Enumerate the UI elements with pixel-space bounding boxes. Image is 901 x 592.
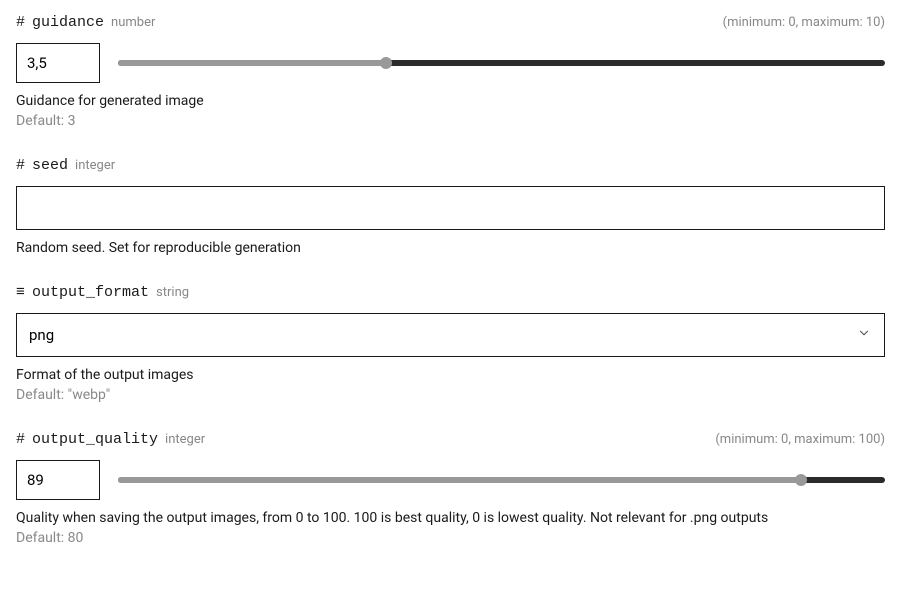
output-quality-field: # output_quality integer (minimum: 0, ma… bbox=[16, 431, 885, 546]
seed-input[interactable] bbox=[16, 186, 885, 230]
output-quality-slider[interactable] bbox=[118, 472, 885, 488]
output-format-select[interactable]: png bbox=[16, 313, 885, 357]
output-quality-slider-thumb[interactable] bbox=[795, 474, 807, 486]
guidance-label-left: # guidance number bbox=[16, 14, 155, 31]
seed-description: Random seed. Set for reproducible genera… bbox=[16, 240, 885, 256]
output-quality-slider-fill bbox=[118, 477, 801, 483]
output-format-select-wrap: png bbox=[16, 313, 885, 357]
output-quality-default: Default: 80 bbox=[16, 530, 885, 546]
output-format-label-left: ≡ output_format string bbox=[16, 284, 189, 301]
output-format-description: Format of the output images bbox=[16, 367, 885, 383]
output-quality-name: output_quality bbox=[32, 431, 158, 448]
seed-label-left: # seed integer bbox=[16, 157, 115, 174]
output-format-label-row: ≡ output_format string bbox=[16, 284, 885, 301]
seed-label-row: # seed integer bbox=[16, 157, 885, 174]
output-quality-description: Quality when saving the output images, f… bbox=[16, 510, 885, 526]
output-quality-range-hint: (minimum: 0, maximum: 100) bbox=[715, 432, 885, 447]
number-icon: # bbox=[16, 15, 25, 30]
seed-name: seed bbox=[32, 157, 68, 174]
guidance-slider[interactable] bbox=[118, 55, 885, 71]
guidance-control-row bbox=[16, 43, 885, 83]
output-quality-type: integer bbox=[165, 432, 205, 447]
output-quality-control-row bbox=[16, 460, 885, 500]
output-format-default: Default: "webp" bbox=[16, 387, 885, 403]
guidance-range-hint: (minimum: 0, maximum: 10) bbox=[723, 15, 885, 30]
output-quality-input[interactable] bbox=[16, 460, 100, 500]
guidance-slider-thumb[interactable] bbox=[380, 57, 392, 69]
guidance-slider-fill bbox=[118, 60, 386, 66]
seed-type: integer bbox=[75, 158, 115, 173]
seed-field: # seed integer Random seed. Set for repr… bbox=[16, 157, 885, 256]
number-icon: # bbox=[16, 158, 25, 173]
list-icon: ≡ bbox=[16, 285, 25, 300]
output-format-type: string bbox=[156, 285, 189, 300]
output-format-field: ≡ output_format string png Format of the… bbox=[16, 284, 885, 403]
output-format-name: output_format bbox=[32, 284, 149, 301]
guidance-type: number bbox=[111, 15, 155, 30]
guidance-field: # guidance number (minimum: 0, maximum: … bbox=[16, 14, 885, 129]
number-icon: # bbox=[16, 432, 25, 447]
guidance-input[interactable] bbox=[16, 43, 100, 83]
guidance-name: guidance bbox=[32, 14, 104, 31]
guidance-description: Guidance for generated image bbox=[16, 93, 885, 109]
guidance-label-row: # guidance number (minimum: 0, maximum: … bbox=[16, 14, 885, 31]
guidance-default: Default: 3 bbox=[16, 113, 885, 129]
output-quality-label-left: # output_quality integer bbox=[16, 431, 205, 448]
output-quality-label-row: # output_quality integer (minimum: 0, ma… bbox=[16, 431, 885, 448]
